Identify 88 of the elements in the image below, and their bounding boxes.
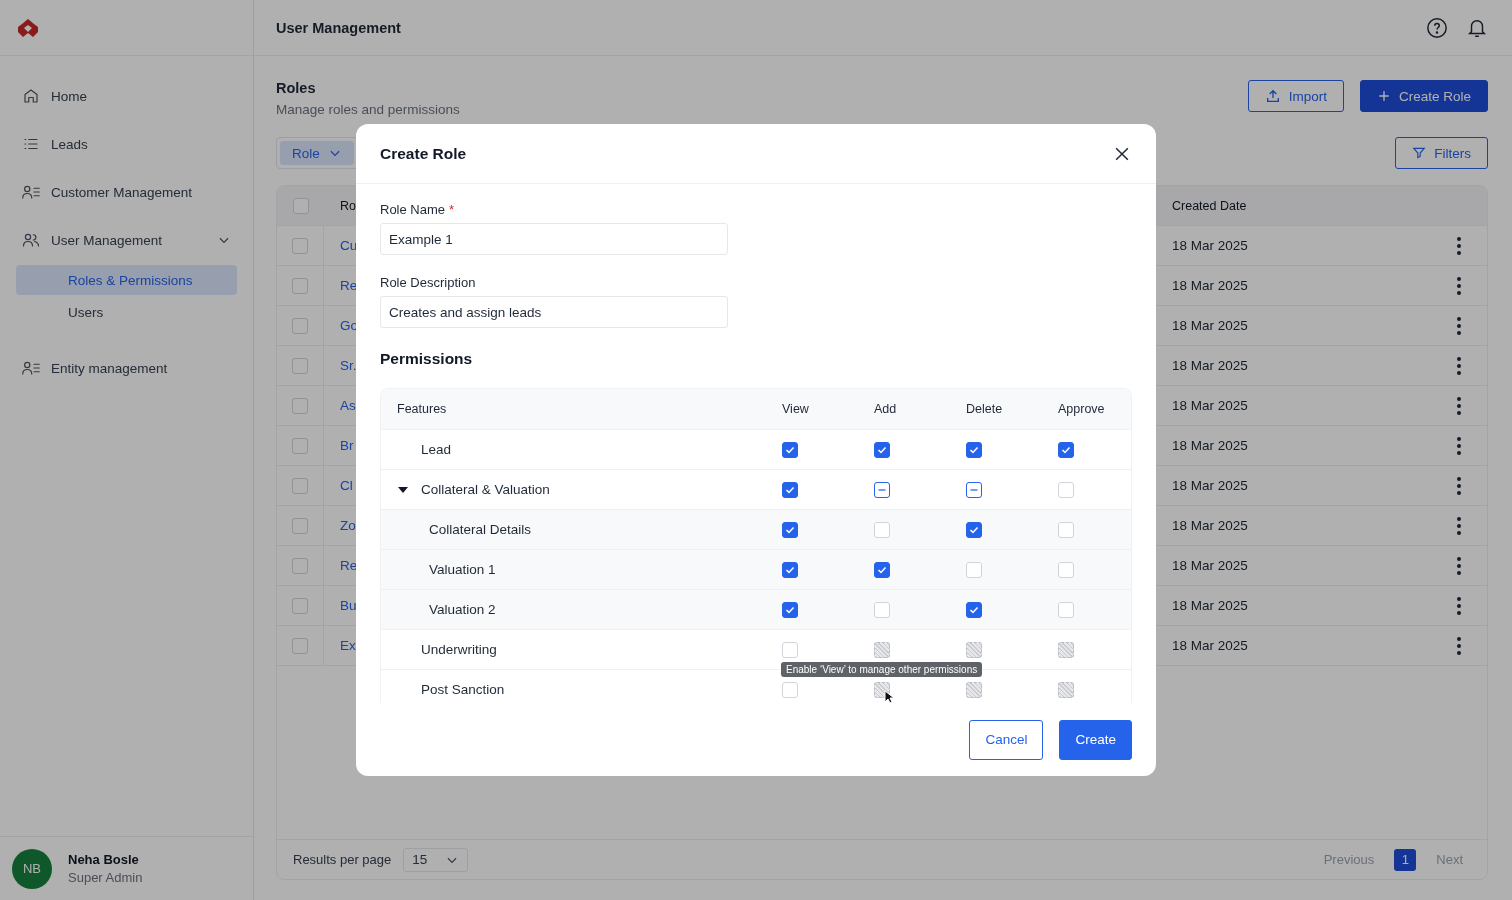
column-header: Features bbox=[396, 402, 448, 416]
sidebar-item[interactable]: Entity management bbox=[16, 344, 237, 392]
feature-name: Valuation 2 bbox=[429, 602, 496, 617]
role-link[interactable]: Re bbox=[324, 558, 358, 573]
sidebar-item[interactable]: Customer Management bbox=[16, 168, 237, 216]
per-page-select[interactable]: 15 bbox=[403, 847, 469, 872]
column-header: Add bbox=[874, 402, 898, 416]
user-role: Super Admin bbox=[68, 870, 143, 885]
field-label: Role Name * bbox=[380, 202, 456, 217]
role-link[interactable]: Cl bbox=[324, 478, 353, 493]
column-header: Approve bbox=[1058, 402, 1106, 416]
user-name: Neha Bosle bbox=[68, 852, 140, 867]
sidebar-subitem[interactable]: Users bbox=[16, 297, 237, 327]
checkbox[interactable] bbox=[782, 521, 798, 538]
sidebar-subitem[interactable]: Roles & Permissions bbox=[16, 265, 237, 295]
checkbox[interactable] bbox=[782, 601, 798, 618]
create-button[interactable]: Create bbox=[1059, 719, 1132, 760]
feature-name: Post Sanction bbox=[421, 682, 505, 697]
feature-name: Collateral & Valuation bbox=[421, 482, 550, 497]
feature-name: Valuation 1 bbox=[429, 562, 496, 577]
table-cell: 18 Mar 2025 bbox=[1172, 518, 1248, 533]
import-button[interactable]: Import bbox=[1247, 80, 1344, 112]
column-header: Ro bbox=[339, 198, 356, 213]
column-header: Delete bbox=[966, 402, 1004, 416]
checkbox[interactable] bbox=[782, 441, 798, 458]
checkbox[interactable] bbox=[874, 441, 890, 458]
checkbox[interactable] bbox=[966, 521, 982, 538]
cancel-button[interactable]: Cancel bbox=[969, 719, 1044, 760]
table-cell: 18 Mar 2025 bbox=[1172, 278, 1248, 293]
table-cell: 18 Mar 2025 bbox=[1172, 598, 1248, 613]
role-link[interactable]: Zo bbox=[324, 518, 356, 533]
table-cell: 18 Mar 2025 bbox=[1172, 398, 1248, 413]
checkbox[interactable] bbox=[874, 481, 890, 498]
checkbox[interactable] bbox=[966, 601, 982, 618]
user-avatar: NB bbox=[12, 848, 52, 889]
role-link[interactable]: Re bbox=[324, 278, 358, 293]
checkbox[interactable] bbox=[966, 441, 982, 458]
home-icon bbox=[22, 87, 40, 105]
table-cell: 18 Mar 2025 bbox=[1172, 438, 1248, 453]
section-subtitle: Manage roles and permissions bbox=[276, 102, 460, 117]
role-link[interactable]: Cu bbox=[324, 238, 358, 253]
column-header: View bbox=[782, 402, 810, 416]
role-link[interactable]: Bu bbox=[324, 598, 357, 613]
dialog-title: Create Role bbox=[380, 144, 467, 163]
filter-chip[interactable]: Role bbox=[280, 141, 354, 165]
table-cell: 18 Mar 2025 bbox=[1172, 238, 1248, 253]
checkbox[interactable] bbox=[966, 481, 982, 498]
filter-icon bbox=[1412, 146, 1427, 160]
checkbox[interactable] bbox=[1058, 441, 1074, 458]
column-header: Created Date bbox=[1171, 198, 1247, 213]
person-list-icon bbox=[22, 359, 40, 377]
table-cell: 18 Mar 2025 bbox=[1172, 478, 1248, 493]
text-field[interactable]: Example 1 bbox=[380, 223, 728, 255]
sidebar-item[interactable]: User Management bbox=[16, 216, 237, 264]
table-cell: 18 Mar 2025 bbox=[1172, 318, 1248, 333]
role-link[interactable]: Ex bbox=[324, 638, 356, 653]
tooltip: Enable ‘View’ to manage other permissions bbox=[781, 662, 983, 677]
results-label: Results per page bbox=[293, 852, 392, 867]
table-cell: 18 Mar 2025 bbox=[1172, 558, 1248, 573]
section-title: Roles bbox=[276, 80, 317, 96]
checkbox[interactable] bbox=[782, 561, 798, 578]
role-link[interactable]: As bbox=[324, 398, 356, 413]
role-link[interactable]: Br bbox=[324, 438, 354, 453]
table-cell: 18 Mar 2025 bbox=[1172, 638, 1248, 653]
field-label: Role Description bbox=[380, 275, 477, 290]
plus-icon bbox=[1376, 89, 1391, 103]
page-number[interactable]: 1 bbox=[1394, 848, 1417, 871]
permissions-heading: Permissions bbox=[380, 350, 474, 368]
previous-link[interactable]: Previous bbox=[1315, 852, 1383, 867]
filters-button[interactable]: Filters bbox=[1395, 137, 1488, 169]
feature-name: Lead bbox=[421, 442, 452, 457]
table-cell: 18 Mar 2025 bbox=[1172, 358, 1248, 373]
page-header-title: User Management bbox=[276, 19, 401, 36]
people-icon bbox=[22, 231, 40, 249]
sidebar-item[interactable]: Leads bbox=[16, 120, 237, 168]
next-link[interactable]: Next bbox=[1428, 852, 1471, 867]
create-button[interactable]: Create Role bbox=[1359, 80, 1488, 112]
feature-name: Underwriting bbox=[421, 642, 497, 657]
feature-name: Collateral Details bbox=[429, 522, 532, 537]
person-list-icon bbox=[22, 183, 40, 201]
help-icon[interactable] bbox=[1426, 16, 1448, 39]
checkbox[interactable] bbox=[874, 561, 890, 578]
upload-icon bbox=[1264, 88, 1281, 104]
role-link[interactable]: Sr. bbox=[324, 358, 357, 373]
text-field[interactable]: Creates and assign leads bbox=[380, 296, 728, 328]
logo-icon bbox=[17, 17, 39, 38]
checkbox[interactable] bbox=[782, 481, 798, 498]
sidebar-item[interactable]: Home bbox=[16, 72, 237, 120]
